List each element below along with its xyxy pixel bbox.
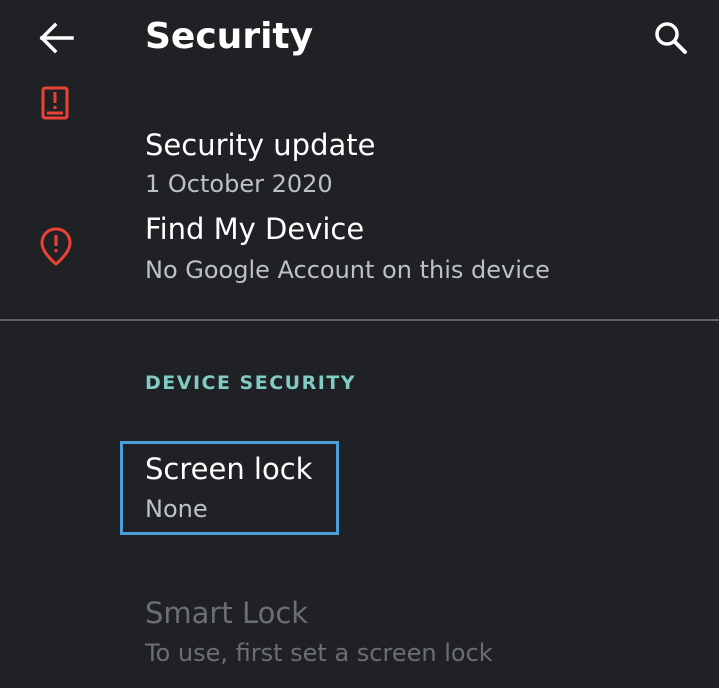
settings-list[interactable]: Security update 1 October 2020 Find My D… (0, 0, 719, 688)
screen-lock-title: Screen lock (145, 452, 313, 486)
security-update-title: Security update (145, 128, 376, 162)
smart-lock-item: Smart Lock To use, first set a screen lo… (0, 580, 719, 688)
location-alert-icon (38, 226, 74, 266)
find-my-device-status: No Google Account on this device (145, 256, 550, 284)
device-security-header: DEVICE SECURITY (145, 372, 357, 394)
find-my-device-title: Find My Device (145, 212, 365, 246)
screen-lock-value: None (145, 495, 208, 523)
screen-lock-item[interactable]: Screen lock None (0, 440, 719, 536)
section-divider (0, 319, 719, 321)
security-settings-screen: Security update 1 October 2020 Find My D… (0, 0, 719, 688)
back-button[interactable] (30, 12, 82, 64)
find-my-device-item[interactable]: Find My Device No Google Account on this… (0, 190, 719, 310)
search-icon (645, 22, 697, 68)
smart-lock-title: Smart Lock (145, 596, 309, 630)
security-update-warning-icon (38, 86, 74, 122)
page-title: Security (145, 16, 314, 57)
arrow-back-icon (30, 22, 82, 68)
search-button[interactable] (645, 12, 697, 64)
app-bar: Security (0, 0, 719, 80)
smart-lock-hint: To use, first set a screen lock (145, 639, 493, 667)
